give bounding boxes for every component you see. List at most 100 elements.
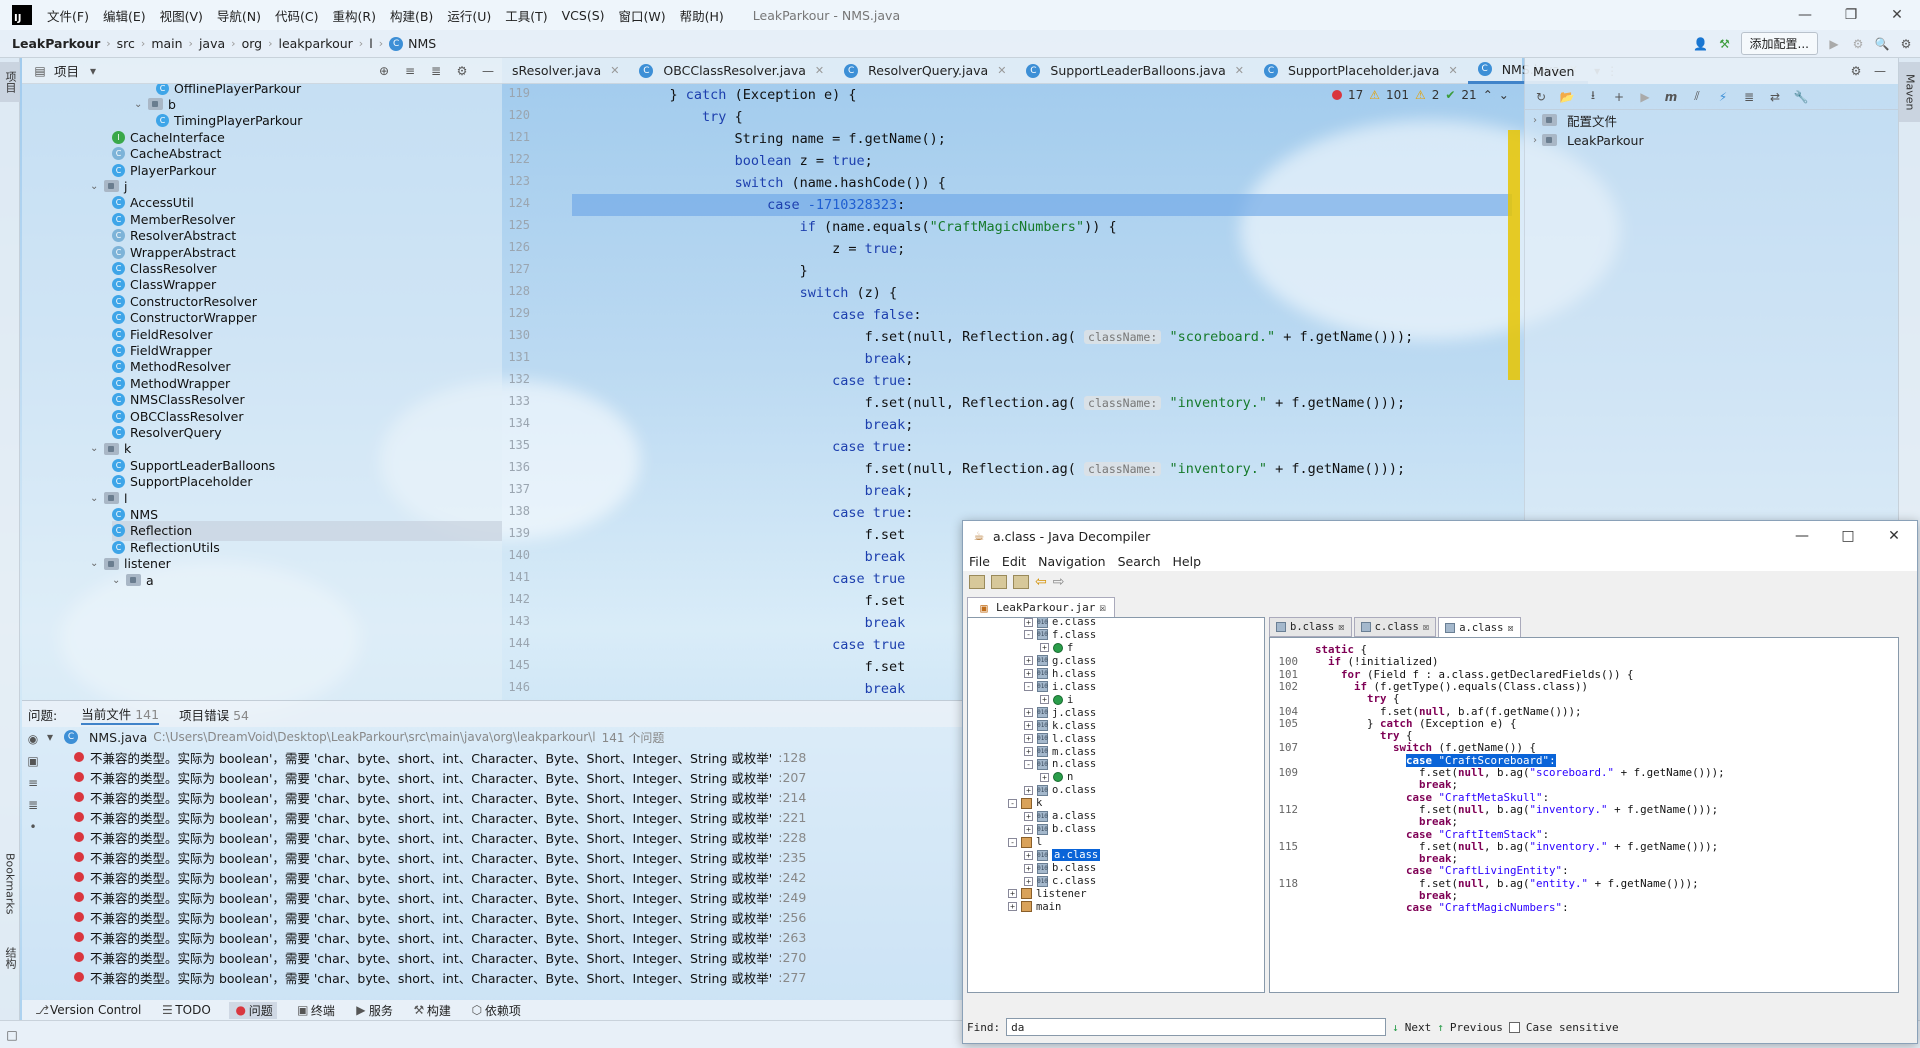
download-icon[interactable]: ⭳	[1585, 88, 1601, 105]
expand-icon[interactable]: +	[1024, 850, 1033, 860]
maximize-icon[interactable]: ❐	[1828, 0, 1874, 30]
back-arrow-icon[interactable]: ⇦	[1035, 574, 1047, 590]
expand-icon[interactable]: +	[1024, 824, 1033, 834]
expand-icon[interactable]: +	[1024, 811, 1033, 821]
collapse-icon[interactable]: -	[1024, 682, 1033, 692]
chevron-down-icon[interactable]: ⌄	[90, 558, 104, 569]
case-sensitive-checkbox[interactable]	[1508, 1021, 1520, 1033]
preview-icon[interactable]: ▣	[25, 753, 41, 769]
code-line[interactable]: case true	[572, 568, 905, 590]
problem-row[interactable]: 不兼容的类型。实际为 boolean'，需要 'char、byte、short、…	[22, 767, 962, 787]
expand-icon[interactable]: +	[1024, 618, 1033, 627]
code-line[interactable]: break	[572, 612, 906, 634]
problem-row[interactable]: 不兼容的类型。实际为 boolean'，需要 'char、byte、short、…	[22, 927, 962, 947]
decompiler-menu-item[interactable]: Navigation	[1038, 554, 1105, 569]
run-icon[interactable]: ▶	[1826, 36, 1842, 52]
close-icon[interactable]: ✕	[815, 64, 824, 77]
expand-icon[interactable]: +	[1024, 863, 1033, 873]
code-line[interactable]: }	[572, 260, 808, 282]
close-icon[interactable]: ✕	[1448, 64, 1457, 77]
forward-arrow-icon[interactable]: ⇨	[1053, 574, 1065, 590]
problem-row[interactable]: 不兼容的类型。实际为 boolean'，需要 'char、byte、short、…	[22, 787, 962, 807]
reload-icon[interactable]: ↻	[1533, 89, 1549, 105]
code-line[interactable]: f.set(null, Reflection.ag( className: "s…	[572, 326, 1414, 348]
chevron-down-icon[interactable]: ⌄	[90, 443, 104, 454]
collapse-icon[interactable]: -	[1024, 759, 1033, 769]
expand-all-icon[interactable]: ≡	[402, 63, 418, 79]
breadcrumb-item[interactable]: l	[369, 36, 372, 51]
editor-error-stripe[interactable]	[1508, 130, 1520, 380]
code-line[interactable]: f.set	[572, 590, 906, 612]
code-line[interactable]: break;	[572, 348, 914, 370]
problems-tab[interactable]: 项目错误 54	[179, 705, 249, 724]
hide-icon[interactable]: —	[480, 63, 496, 79]
problem-file-row[interactable]: ▾ C NMS.java C:\Users\DreamVoid\Desktop\…	[22, 727, 962, 747]
collapse-all-icon[interactable]: ≣	[25, 797, 41, 813]
menu-item[interactable]: 运行(U)	[440, 6, 498, 25]
debug-icon[interactable]: ⚙	[1850, 36, 1866, 52]
expand-icon[interactable]: +	[1024, 708, 1033, 718]
editor-tab[interactable]: sResolver.java ✕	[502, 58, 629, 84]
expand-icon[interactable]: +	[1008, 889, 1017, 899]
code-line[interactable]: case -1710328323:	[572, 194, 1512, 216]
decompiler-code-view[interactable]: static {100 if (!initialized) 101 for (Fi…	[1269, 637, 1899, 993]
tool-window-button[interactable]: ⚒ 构建	[411, 1002, 450, 1019]
menu-item[interactable]: 重构(R)	[326, 6, 383, 25]
search-icon[interactable]: 🔍	[1874, 36, 1890, 52]
decompiler-code-tab[interactable]: c.class ☒	[1353, 617, 1437, 637]
expand-icon[interactable]: +	[1024, 747, 1033, 756]
open-file-icon[interactable]	[969, 575, 985, 589]
gear-icon[interactable]: ⚙	[1848, 63, 1864, 79]
chevron-right-icon[interactable]: ›	[1533, 115, 1537, 126]
code-line[interactable]: break;	[572, 414, 914, 436]
editor-tab[interactable]: C OBCClassResolver.java ✕	[629, 58, 834, 84]
decompiler-code-line[interactable]: case "CraftMagicNumbers":	[1270, 900, 1569, 915]
maximize-icon[interactable]: □	[1825, 521, 1871, 551]
add-icon[interactable]: +	[1611, 89, 1627, 105]
find-previous-button[interactable]: Previous	[1450, 1021, 1503, 1034]
breadcrumb-item[interactable]: org	[242, 36, 263, 51]
menu-item[interactable]: 编辑(E)	[96, 6, 153, 25]
inspection-widget[interactable]: 17 ⚠ 101 ⚠ 2 ✔ 21 ⌃ ⌄	[1332, 88, 1509, 102]
code-line[interactable]: case true:	[572, 370, 913, 392]
chevron-down-icon[interactable]: ⌄	[1499, 88, 1509, 102]
code-line[interactable]: f.set	[572, 656, 906, 678]
tool-window-button[interactable]: ☰ TODO	[159, 1002, 211, 1018]
decompiler-code-tab[interactable]: b.class ☒	[1269, 617, 1352, 637]
decompiler-code-tab[interactable]: a.class ☒	[1438, 617, 1521, 637]
problem-row[interactable]: 不兼容的类型。实际为 boolean'，需要 'char、byte、short、…	[22, 807, 962, 827]
jar-file-tab[interactable]: ▣ LeakParkour.jar ☒	[967, 597, 1115, 617]
gear-icon[interactable]: ⚙	[454, 63, 470, 79]
project-tree-row[interactable]: ⌄ a	[112, 570, 502, 590]
code-line[interactable]: case false:	[572, 304, 921, 326]
code-line[interactable]: case true	[572, 634, 905, 656]
chevron-down-icon[interactable]: ⌄	[90, 493, 104, 504]
problems-tab[interactable]: 问题:	[28, 705, 61, 724]
expand-icon[interactable]: +	[1024, 785, 1033, 795]
maven-tree-item[interactable]: › 配置文件	[1525, 110, 1898, 130]
close-icon[interactable]: ✕	[1874, 0, 1920, 30]
breadcrumb-item[interactable]: java	[199, 36, 225, 51]
problems-tab[interactable]: 当前文件 141	[81, 704, 160, 725]
menu-item[interactable]: 工具(T)	[498, 6, 554, 25]
breadcrumb-item[interactable]: main	[151, 36, 182, 51]
chevron-down-icon[interactable]: ▾	[85, 63, 101, 79]
next-arrow-icon[interactable]: ↓	[1392, 1021, 1399, 1034]
find-input[interactable]: da	[1006, 1018, 1387, 1036]
breadcrumb-current[interactable]: NMS	[408, 36, 436, 51]
chevron-down-icon[interactable]: ⌄	[90, 181, 104, 192]
maven-tree-item[interactable]: › LeakParkour	[1525, 130, 1898, 150]
expand-icon[interactable]: +	[1008, 902, 1017, 912]
expand-icon[interactable]: +	[1024, 656, 1033, 666]
maven-goal-icon[interactable]: m	[1663, 89, 1679, 105]
editor-tab[interactable]: C SupportLeaderBalloons.java ✕	[1016, 58, 1254, 84]
menu-item[interactable]: 帮助(H)	[673, 6, 731, 25]
close-icon[interactable]: ☒	[1099, 601, 1106, 614]
prev-arrow-icon[interactable]: ↑	[1437, 1021, 1444, 1034]
skip-tests-icon[interactable]: ⚡	[1715, 89, 1731, 105]
code-line[interactable]: case true:	[572, 436, 913, 458]
tool-window-button[interactable]: ▣ 终端	[295, 1002, 335, 1019]
problem-row[interactable]: 不兼容的类型。实际为 boolean'，需要 'char、byte、short、…	[22, 967, 962, 987]
close-icon[interactable]: ☒	[1507, 622, 1513, 634]
editor-tab[interactable]: C ResolverQuery.java ✕	[834, 58, 1016, 84]
